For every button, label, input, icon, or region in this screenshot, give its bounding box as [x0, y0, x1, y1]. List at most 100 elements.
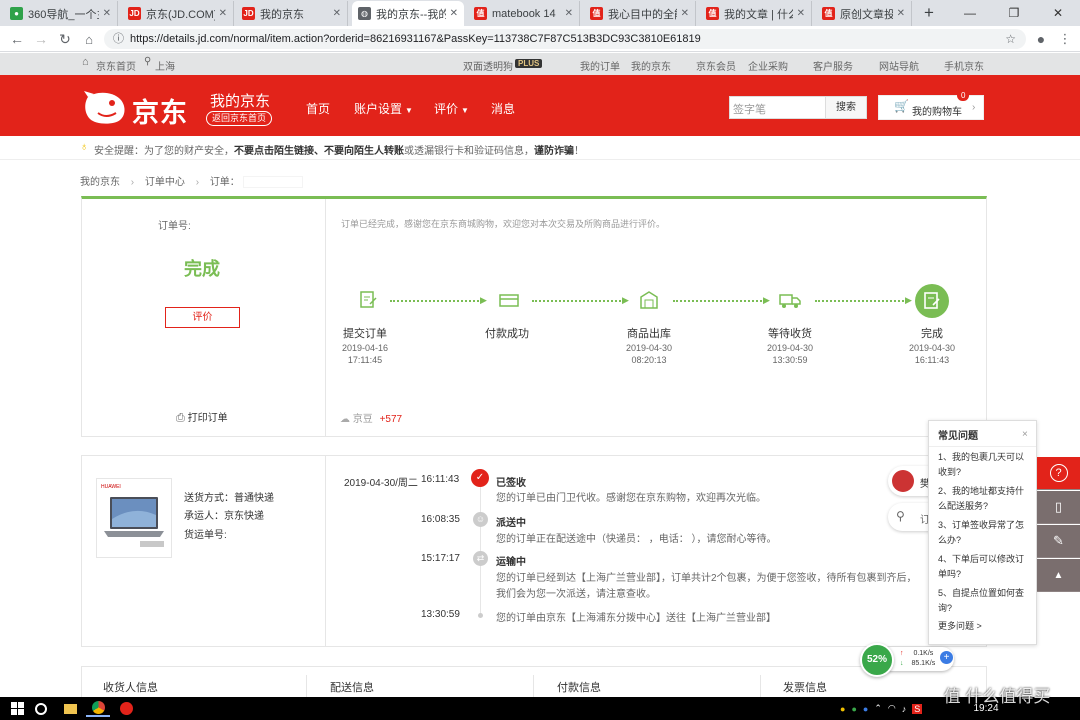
close-tab-icon[interactable]: ✕	[565, 8, 573, 19]
chevron-down-icon: ▼	[405, 106, 413, 115]
windows-start-icon[interactable]	[10, 700, 24, 717]
jd-logo[interactable]: 京东	[82, 89, 197, 128]
progress-arrow-icon: ▶	[480, 295, 487, 305]
minimize-icon[interactable]: —	[948, 0, 992, 26]
netease-music-icon[interactable]	[117, 700, 135, 717]
browser-tab[interactable]: ● 360导航_一个主 ✕	[4, 1, 118, 26]
new-tab-button[interactable]: +	[918, 3, 940, 23]
bookmark-star-icon[interactable]: ☆	[1005, 29, 1016, 49]
close-tab-icon[interactable]: ✕	[333, 8, 341, 19]
close-tab-icon[interactable]: ✕	[450, 8, 458, 19]
close-tab-icon[interactable]: ✕	[797, 8, 805, 19]
faq-item[interactable]: 4、下单后可以修改订单吗?	[938, 552, 1032, 582]
menu-icon[interactable]: ⋮	[1056, 30, 1074, 48]
topbar-link-sitenav[interactable]: 网站导航	[879, 58, 919, 73]
progress-connector-4	[815, 300, 907, 302]
faq-item[interactable]: 3、订单签收异常了怎么办?	[938, 518, 1032, 548]
chevron-right-icon: ›	[972, 102, 976, 113]
mobile-button[interactable]: ▯	[1037, 491, 1080, 524]
payment-info-header: 付款信息	[557, 682, 601, 694]
courier-location-card[interactable]: ⚲ 订	[888, 503, 932, 531]
cortana-icon[interactable]	[32, 700, 50, 717]
step-label-1: 提交订单	[343, 328, 387, 340]
close-icon[interactable]: ×	[1022, 429, 1028, 440]
speed-plus-icon[interactable]: +	[940, 651, 953, 664]
browser-tab[interactable]: ◍ 我的京东--我的 ✕	[352, 1, 464, 26]
faq-more-link[interactable]: 更多问题 >	[938, 619, 1032, 634]
topbar-home-link[interactable]: 京东首页	[96, 58, 136, 73]
browser-tab[interactable]: 值 matebook 14 ✕	[468, 1, 580, 26]
restore-icon[interactable]: ❐	[992, 0, 1036, 26]
search-button[interactable]: 搜索	[825, 97, 866, 118]
faq-title: 常见问题	[938, 431, 978, 442]
tray-icon: ●	[851, 703, 857, 714]
upload-speed-value: 0.1K/s	[913, 650, 934, 657]
notice-text: 安全提醒：为了您的财产安全，不要点击陌生链接、不要向陌生人转账或透漏银行卡和验证…	[94, 142, 584, 157]
lightbulb-icon: ♁	[80, 141, 89, 153]
feedback-button[interactable]: ✎	[1037, 525, 1080, 558]
browser-tab[interactable]: JD 我的京东 ✕	[236, 1, 348, 26]
topbar-location[interactable]: 上海	[155, 58, 175, 73]
back-to-top-button[interactable]: ▲	[1037, 559, 1080, 592]
back-icon[interactable]: ←	[8, 30, 26, 48]
topbar-link-myjd[interactable]: 我的京东	[631, 58, 671, 73]
carrier: 承运人：京东快递	[184, 511, 264, 522]
plus-badge[interactable]: PLUS	[515, 59, 543, 68]
notice-prefix: 安全提醒：为了您的财产安全，	[94, 146, 234, 157]
chrome-icon[interactable]	[86, 700, 110, 717]
timeline-line	[480, 476, 481, 616]
browser-tab-title: 360导航_一个主	[28, 8, 99, 21]
topbar-link-member[interactable]: 京东会员	[696, 58, 736, 73]
browser-tab[interactable]: JD 京东(JD.COM)- ✕	[122, 1, 234, 26]
browser-tab[interactable]: 值我的文章 | 什么 ✕	[700, 1, 812, 26]
close-tab-icon[interactable]: ✕	[897, 8, 905, 19]
cart-icon: 🛒	[894, 99, 909, 113]
help-button[interactable]: ?	[1037, 457, 1080, 490]
forward-icon[interactable]: →	[32, 30, 50, 48]
order-summary: 订单号: 完成 评价 ⎙ 打印订单	[82, 199, 326, 437]
back-home-button[interactable]: 返回京东首页	[206, 111, 272, 126]
nav-account-settings[interactable]: 账户设置 ▼	[354, 100, 413, 117]
courier-card[interactable]: 樊	[888, 466, 932, 496]
info-icon[interactable]: ⓘ	[113, 29, 124, 49]
topbar-link-orders[interactable]: 我的订单	[580, 58, 620, 73]
browser-tab-title: 京东(JD.COM)-	[146, 8, 215, 21]
close-tab-icon[interactable]: ✕	[219, 8, 227, 19]
nav-review[interactable]: 评价 ▼	[434, 100, 469, 117]
topbar-link-user[interactable]: 双面透明狗	[463, 58, 513, 73]
order-info-headers: 收货人信息 配送信息 付款信息 发票信息	[81, 666, 987, 699]
product-thumbnail[interactable]: HUAWEI	[96, 478, 172, 558]
topbar-link-mobile[interactable]: 手机京东	[944, 58, 984, 73]
topbar-link-service[interactable]: 客户服务	[813, 58, 853, 73]
breadcrumb-order-center[interactable]: 订单中心	[145, 177, 185, 188]
close-window-icon[interactable]: ✕	[1036, 0, 1080, 26]
faq-item[interactable]: 2、我的地址都支持什么配送服务?	[938, 484, 1032, 514]
faq-item[interactable]: 1、我的包裹几天可以收到?	[938, 450, 1032, 480]
faq-item[interactable]: 5、自提点位置如何查询?	[938, 586, 1032, 616]
step-date-4: 2019-04-30 13:30:59	[755, 342, 825, 366]
close-tab-icon[interactable]: ✕	[681, 8, 689, 19]
topbar-link-enterprise[interactable]: 企业采购	[748, 58, 788, 73]
progress-icon-1	[358, 290, 378, 315]
url-text: https://details.jd.com/normal/item.actio…	[130, 33, 701, 45]
browser-tab[interactable]: 值我心目中的全能 ✕	[584, 1, 696, 26]
arrow-up-icon: ▲	[1053, 569, 1064, 581]
nav-home[interactable]: 首页	[306, 100, 330, 117]
close-tab-icon[interactable]: ✕	[103, 8, 111, 19]
file-explorer-icon[interactable]	[62, 700, 78, 717]
step-date: 2019-04-30	[908, 343, 956, 353]
breadcrumb-myjd[interactable]: 我的京东	[80, 177, 120, 188]
cart-button[interactable]: 🛒 我的购物车 › 0	[878, 90, 984, 120]
browser-tab[interactable]: 值原创文章投稿 | 1 ✕	[816, 1, 912, 26]
home-icon[interactable]: ⌂	[80, 30, 98, 48]
review-button[interactable]: 评价	[165, 307, 240, 328]
reload-icon[interactable]: ↻	[56, 30, 74, 48]
profile-icon[interactable]: ●	[1032, 30, 1050, 48]
search-input[interactable]: 签字笔	[733, 101, 766, 117]
network-speed-widget[interactable]: 52% ↑ 0.1K/s ↓ 85.1K/s +	[860, 643, 956, 677]
step-label-5: 完成	[921, 328, 943, 340]
nav-messages[interactable]: 消息	[491, 100, 515, 117]
print-order-link[interactable]: ⎙ 打印订单	[176, 409, 228, 425]
jd-dog-icon	[84, 91, 125, 124]
url-input[interactable]: ⓘ https://details.jd.com/normal/item.act…	[104, 29, 1026, 49]
